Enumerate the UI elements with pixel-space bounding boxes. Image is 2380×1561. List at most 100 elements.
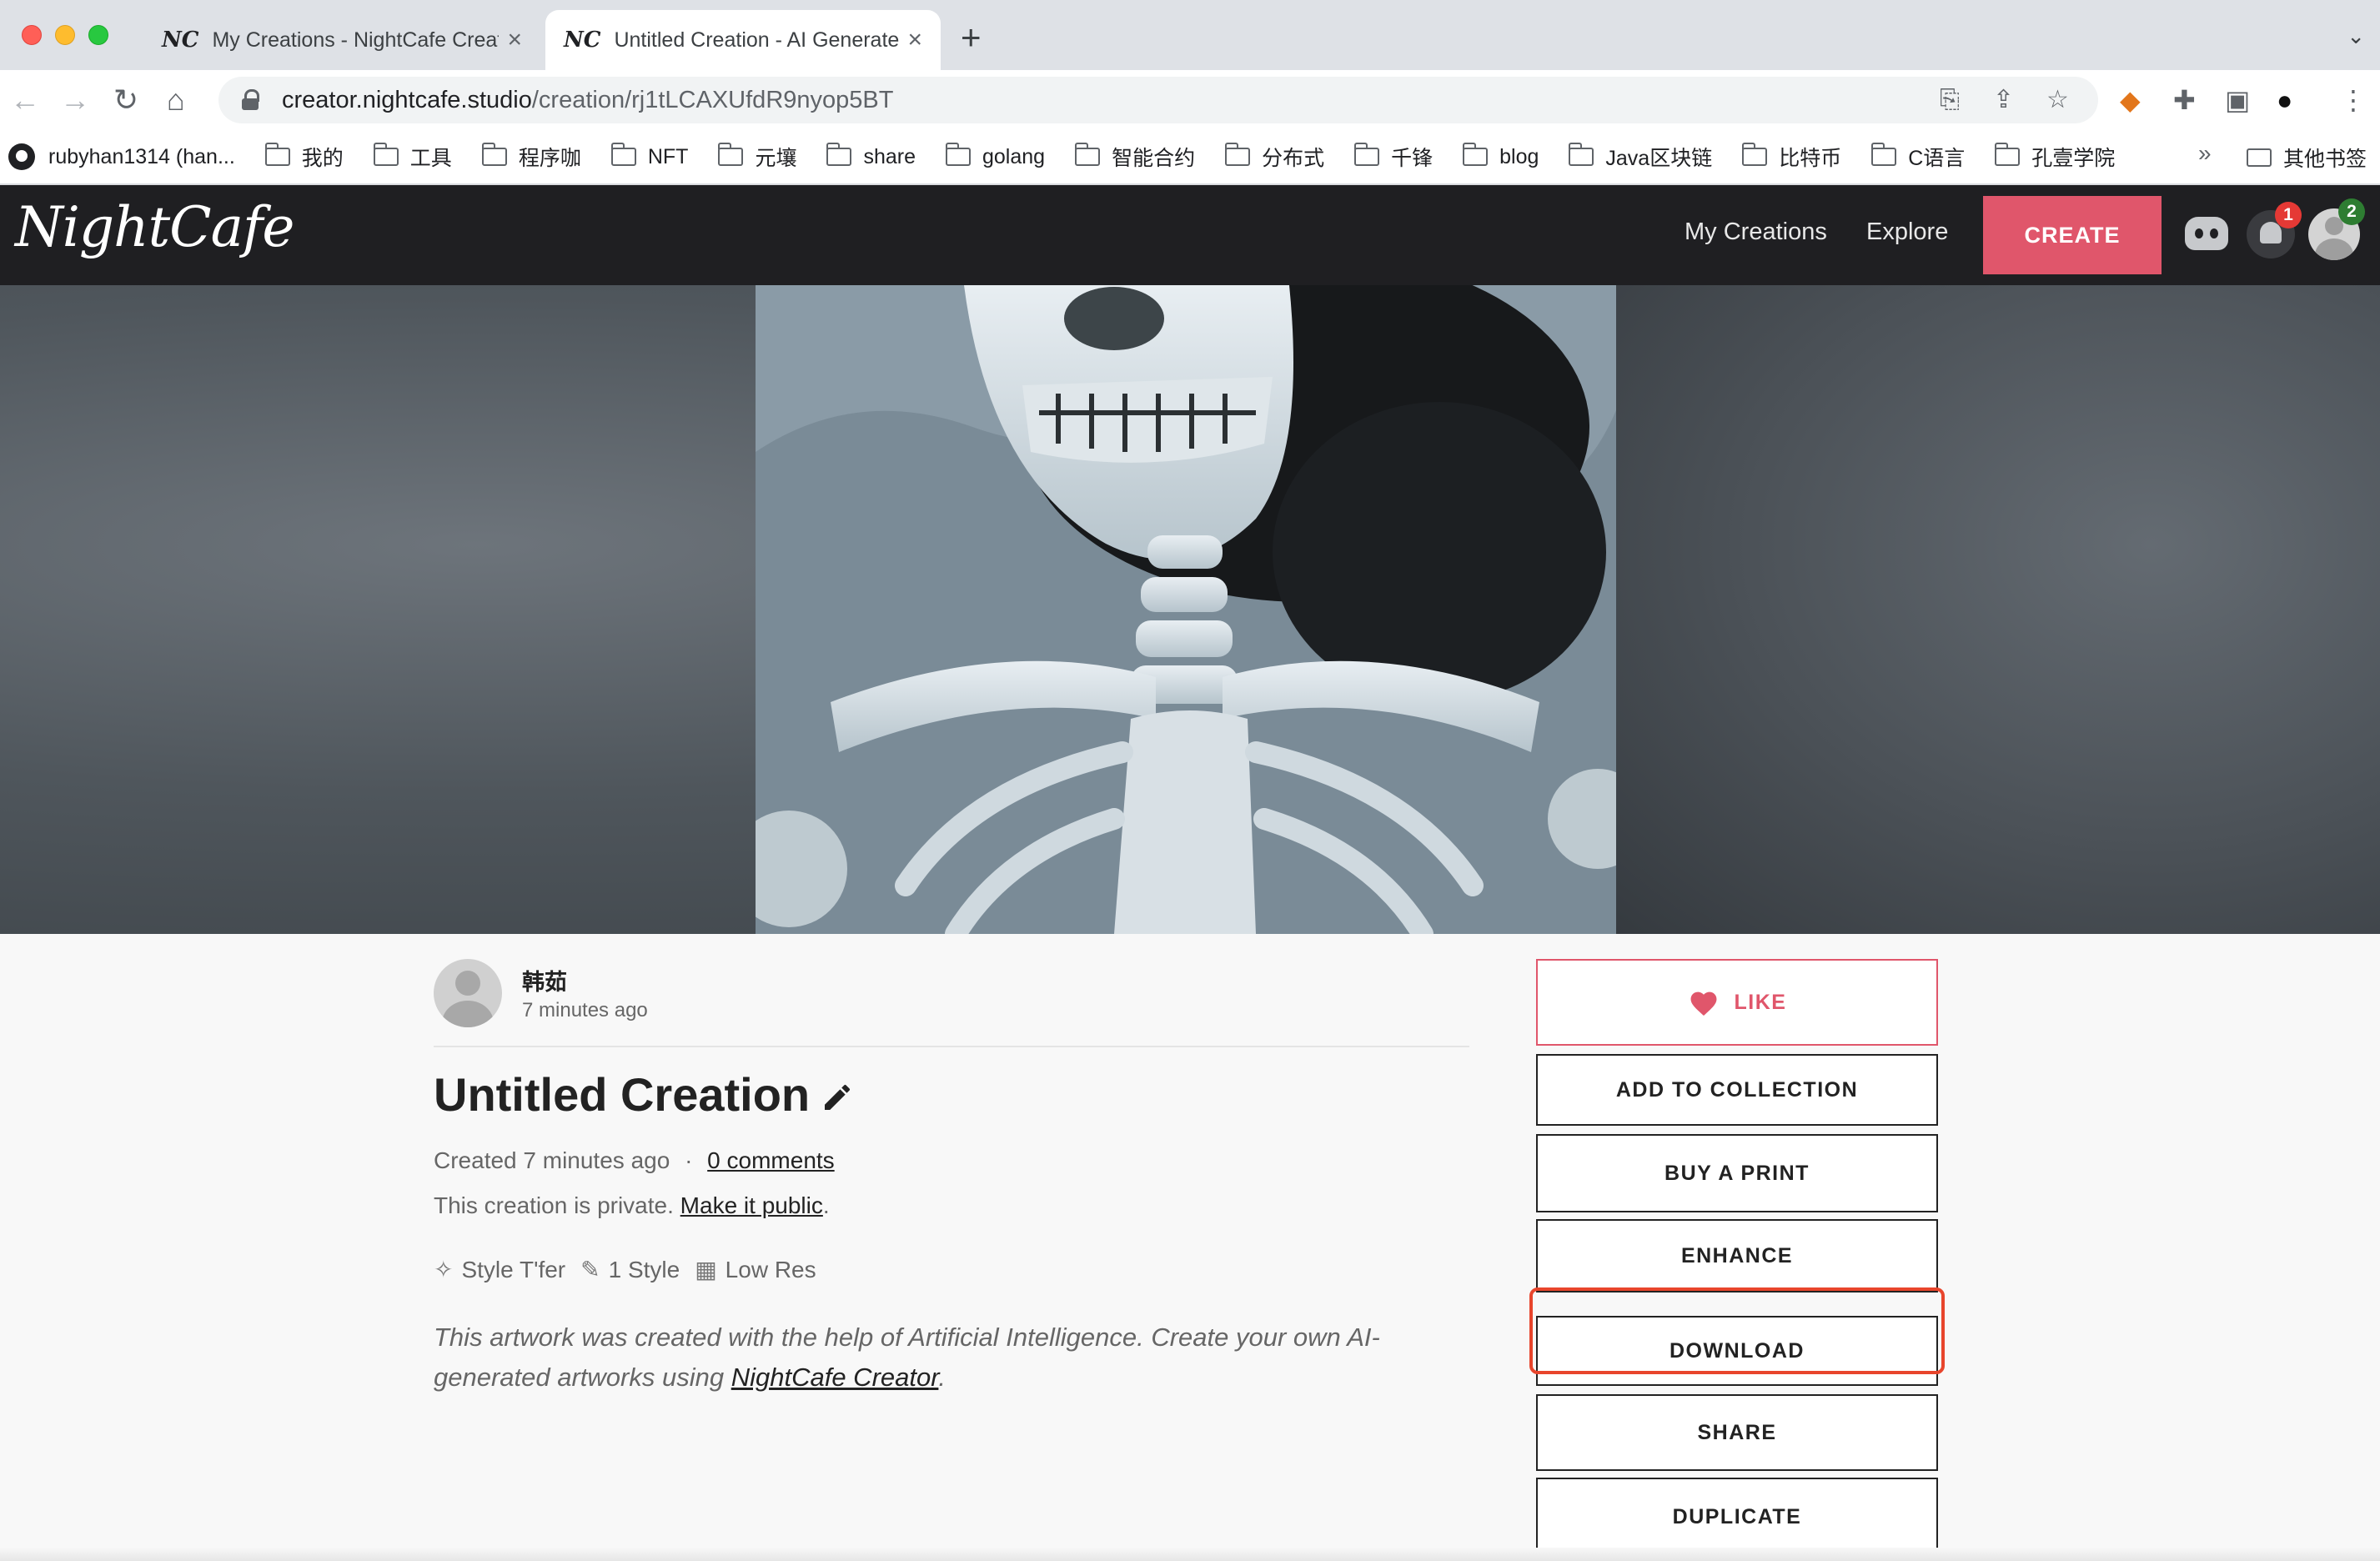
metamask-extension-icon[interactable]: ◆ xyxy=(2120,82,2141,118)
bookmark-item[interactable]: Java区块链 xyxy=(1569,142,1712,172)
creation-tags: ✧ Style T'fer ✎ 1 Style ▦ Low Res xyxy=(434,1256,831,1283)
lock-icon[interactable] xyxy=(239,88,264,113)
tag-label: Low Res xyxy=(725,1256,816,1282)
create-button[interactable]: CREATE xyxy=(1983,196,2162,274)
tab-title: Untitled Creation - AI Generated xyxy=(614,28,900,52)
reload-button[interactable]: ↻ xyxy=(113,82,138,118)
bookmark-item[interactable]: 我的 xyxy=(264,142,344,172)
tag-style-transfer: ✧ Style T'fer xyxy=(434,1256,565,1283)
bookmark-label: 我的 xyxy=(301,147,344,170)
tag-style-count: ✎ 1 Style xyxy=(580,1256,680,1283)
site-header: NightCafe My Creations Explore CREATE 1 … xyxy=(0,185,2380,285)
bookmark-item[interactable]: 智能合约 xyxy=(1075,142,1195,172)
nav-my-creations-link[interactable]: My Creations xyxy=(1685,218,1827,246)
folder-icon xyxy=(826,143,852,166)
comments-link[interactable]: 0 comments xyxy=(707,1147,835,1173)
browser-tab-bar: NC My Creations - NightCafe Creator × NC… xyxy=(0,0,2380,70)
bookmark-item[interactable]: golang xyxy=(946,143,1045,169)
url-text[interactable]: creator.nightcafe.studio/creation/rj1tLC… xyxy=(282,87,893,114)
creator-avatar[interactable] xyxy=(434,959,502,1027)
creator-username[interactable]: 韩茹 xyxy=(522,964,567,996)
bookmark-item[interactable]: 程序咖 xyxy=(481,142,581,172)
folder-icon xyxy=(1569,143,1594,166)
bookmark-label: Java区块链 xyxy=(1605,147,1713,170)
creation-title: Untitled Creation xyxy=(434,1068,811,1121)
folder-icon xyxy=(1354,143,1380,166)
duplicate-button[interactable]: DUPLICATE xyxy=(1536,1478,1938,1556)
bookmark-item[interactable]: rubyhan1314 (han... xyxy=(8,143,235,170)
bookmark-item[interactable]: 工具 xyxy=(373,142,452,172)
hero-background xyxy=(0,285,2380,934)
bookmark-item[interactable]: 元壤 xyxy=(718,142,796,172)
folder-icon xyxy=(1871,143,1897,166)
minimize-window-button[interactable] xyxy=(55,25,75,45)
other-bookmarks-label: 其他书签 xyxy=(2283,148,2367,171)
back-button[interactable]: ← xyxy=(10,82,40,118)
other-bookmarks-folder[interactable]: 其他书签 xyxy=(2247,130,2367,185)
brush-icon: ✎ xyxy=(580,1257,600,1282)
profile-icon[interactable]: ● xyxy=(2277,82,2292,118)
add-to-collection-button[interactable]: ADD TO COLLECTION xyxy=(1536,1054,1938,1126)
close-tab-icon[interactable]: × xyxy=(907,26,922,54)
bookmark-item[interactable]: 孔壹学院 xyxy=(1995,142,2115,172)
nightcafe-favicon-icon: NC xyxy=(564,28,601,53)
forward-button[interactable]: → xyxy=(60,82,90,118)
magic-wand-icon: ✧ xyxy=(434,1257,454,1282)
folder-icon xyxy=(1075,143,1101,166)
bottom-shadow xyxy=(0,1548,2380,1561)
like-label: LIKE xyxy=(1734,990,1787,1014)
new-tab-button[interactable]: + xyxy=(961,20,982,55)
address-bar[interactable]: creator.nightcafe.studio/creation/rj1tLC… xyxy=(218,77,2098,123)
side-panel-icon[interactable]: ▣ xyxy=(2225,82,2250,118)
extensions-puzzle-icon[interactable]: ✚ xyxy=(2173,82,2196,118)
folder-icon xyxy=(1463,143,1489,166)
share-button[interactable]: SHARE xyxy=(1536,1394,1938,1471)
tag-resolution: ▦ Low Res xyxy=(695,1256,816,1283)
close-tab-icon[interactable]: × xyxy=(507,26,522,54)
posted-timestamp: 7 minutes ago xyxy=(522,999,648,1021)
nightcafe-logo[interactable]: NightCafe xyxy=(15,195,294,259)
bookmark-item[interactable]: blog xyxy=(1463,143,1539,169)
bookmark-item[interactable]: NFT xyxy=(610,143,689,169)
tag-label: Style T'fer xyxy=(461,1256,566,1282)
bookmark-label: 孔壹学院 xyxy=(2031,147,2116,170)
bookmark-item[interactable]: share xyxy=(826,143,916,169)
discord-icon[interactable] xyxy=(2185,217,2228,250)
share-icon[interactable]: ⇪ xyxy=(1993,80,2014,120)
enhance-button[interactable]: ENHANCE xyxy=(1536,1219,1938,1292)
like-button[interactable]: LIKE xyxy=(1536,959,1938,1046)
creation-artwork-image[interactable] xyxy=(756,285,1616,934)
bookmarks-overflow-button[interactable]: » xyxy=(2198,140,2212,167)
nav-explore-link[interactable]: Explore xyxy=(1866,218,1948,246)
bookmark-item[interactable]: C语言 xyxy=(1871,142,1965,172)
ai-disclaimer-end: . xyxy=(938,1363,946,1392)
tab-untitled-creation[interactable]: NC Untitled Creation - AI Generated × xyxy=(545,10,941,70)
maximize-window-button[interactable] xyxy=(88,25,108,45)
bookmark-item[interactable]: 比特币 xyxy=(1742,142,1841,172)
bookmark-star-icon[interactable]: ☆ xyxy=(2046,80,2069,120)
bookmark-item[interactable]: 分布式 xyxy=(1225,142,1324,172)
divider xyxy=(434,1046,1469,1047)
private-text: This creation is private. xyxy=(434,1192,674,1218)
buy-a-print-button[interactable]: BUY A PRINT xyxy=(1536,1134,1938,1212)
folder-icon xyxy=(1225,143,1251,166)
close-window-button[interactable] xyxy=(22,25,42,45)
tab-search-chevron-icon[interactable]: ⌄ xyxy=(2347,23,2365,49)
browser-menu-icon[interactable]: ⋮ xyxy=(2340,82,2367,118)
home-button[interactable]: ⌂ xyxy=(167,82,185,118)
tab-title: My Creations - NightCafe Creator xyxy=(212,28,500,52)
private-period: . xyxy=(822,1192,830,1218)
heart-icon xyxy=(1690,991,1716,1016)
download-highlight-outline xyxy=(1529,1287,1945,1374)
notification-count-badge: 1 xyxy=(2275,202,2302,228)
folder-icon xyxy=(610,143,636,166)
bookmark-item[interactable]: 千锋 xyxy=(1354,142,1433,172)
nightcafe-creator-link[interactable]: NightCafe Creator xyxy=(731,1363,939,1392)
translate-icon[interactable]: ⎘ xyxy=(1940,80,1960,120)
bookmark-label: NFT xyxy=(647,144,689,168)
bookmark-label: share xyxy=(863,144,916,168)
url-path: /creation/rj1tLCAXUfdR9nyop5BT xyxy=(531,86,894,113)
tab-my-creations[interactable]: NC My Creations - NightCafe Creator × xyxy=(143,10,540,70)
make-public-link[interactable]: Make it public xyxy=(680,1192,823,1218)
edit-pencil-icon[interactable] xyxy=(821,1081,854,1114)
